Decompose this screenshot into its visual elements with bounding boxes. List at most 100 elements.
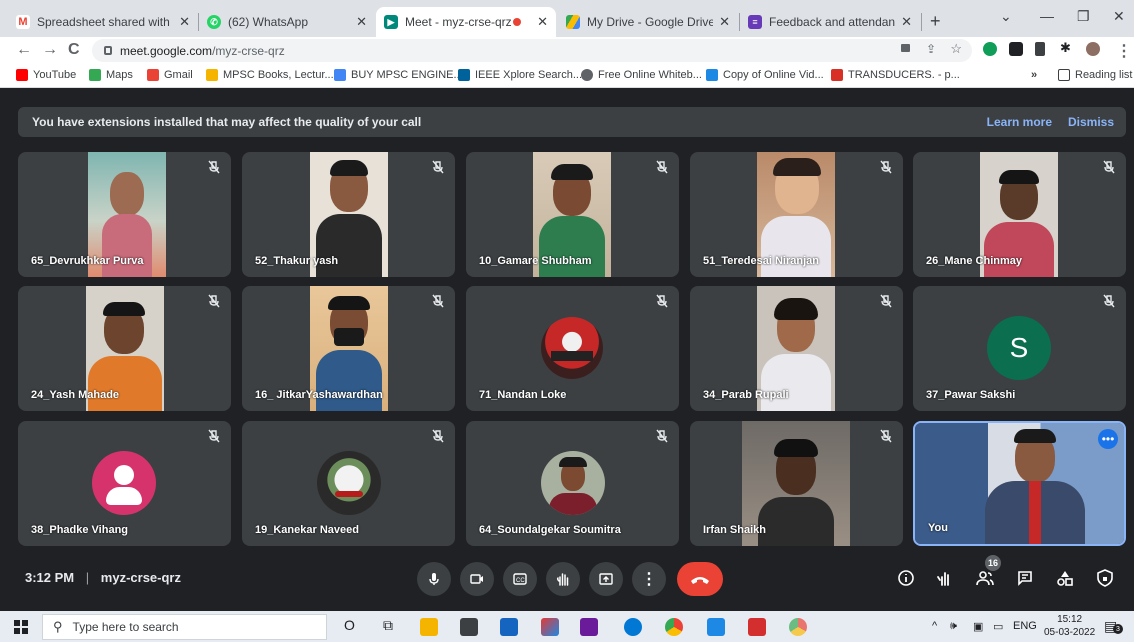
chat-button[interactable] — [1014, 567, 1036, 589]
close-icon[interactable]: ✕ — [356, 14, 367, 30]
extension-icon[interactable] — [983, 42, 997, 56]
participant-tile[interactable]: 51_Teredesai Niranjan — [690, 152, 903, 277]
participant-tile[interactable]: S 37_Pawar Sakshi — [913, 286, 1126, 411]
self-view-tile[interactable]: ••• You — [913, 421, 1126, 546]
participant-tile[interactable]: 64_Soundalgekar Soumitra — [466, 421, 679, 546]
file-explorer-icon[interactable] — [420, 618, 438, 636]
taskbar-search-box[interactable]: ⚲ Type here to search — [42, 614, 327, 640]
mic-off-icon — [656, 294, 668, 308]
microphone-button[interactable] — [417, 562, 451, 596]
menu-icon[interactable]: ⋮ — [1116, 41, 1132, 61]
participant-tile[interactable]: 38_Phadke Vihang — [18, 421, 231, 546]
participant-tile[interactable]: 10_Gamare Shubham — [466, 152, 679, 277]
more-options-icon[interactable]: ••• — [1098, 429, 1118, 449]
participant-tile[interactable]: 71_Nandan Loke — [466, 286, 679, 411]
network-icon[interactable]: ▭ — [993, 620, 1003, 633]
more-options-button[interactable]: ⋮ — [632, 562, 666, 596]
participant-name: 71_Nandan Loke — [479, 389, 567, 401]
participant-tile[interactable]: 24_Yash Mahade — [18, 286, 231, 411]
participant-tile[interactable]: 65_Devrukhkar Purva — [18, 152, 231, 277]
extension-icon[interactable] — [1009, 42, 1023, 56]
close-icon[interactable]: ✕ — [179, 14, 190, 30]
tab-spreadsheet[interactable]: M Spreadsheet shared with you ✕ — [8, 7, 198, 37]
chrome-icon[interactable] — [789, 618, 807, 636]
app-icon[interactable] — [580, 618, 598, 636]
share-icon[interactable]: ⇪ — [926, 42, 936, 56]
captions-button[interactable]: CC — [503, 562, 537, 596]
close-icon[interactable]: ✕ — [901, 14, 912, 30]
tab-whatsapp[interactable]: ✆ (62) WhatsApp ✕ — [199, 7, 375, 37]
bookmark-gmail[interactable]: Gmail — [147, 69, 193, 81]
participant-tile[interactable]: 52_Thakur yash — [242, 152, 455, 277]
participant-tile[interactable]: 19_Kanekar Naveed — [242, 421, 455, 546]
store-icon[interactable] — [460, 618, 478, 636]
windows-start-icon[interactable] — [14, 620, 28, 634]
host-controls-button[interactable] — [1094, 567, 1116, 589]
participant-tile[interactable]: 26_Mane Chinmay — [913, 152, 1126, 277]
mail-icon[interactable] — [500, 618, 518, 636]
raise-hand-button[interactable] — [546, 562, 580, 596]
bookmark-mpsc-books[interactable]: MPSC Books, Lectur... — [206, 69, 334, 81]
participant-tile[interactable]: Irfan Shaikh — [690, 421, 903, 546]
meet-icon: ▶ — [384, 15, 398, 29]
close-icon[interactable]: ✕ — [537, 14, 548, 30]
lock-icon — [104, 46, 112, 55]
svg-text:CC: CC — [516, 578, 525, 584]
extension-icon[interactable] — [1035, 42, 1045, 56]
bookmark-star-icon[interactable]: ☆ — [950, 41, 962, 57]
leave-call-button[interactable] — [677, 562, 723, 596]
volume-icon[interactable]: 🕪 — [950, 620, 957, 633]
bookmark-ieee[interactable]: IEEE Xplore Search... — [458, 69, 582, 81]
show-hidden-icons-icon[interactable]: ^ — [932, 620, 937, 632]
window-close-icon[interactable]: ✕ — [1113, 8, 1125, 25]
task-view-icon[interactable]: ⧉ — [383, 617, 393, 634]
bookmark-maps[interactable]: Maps — [89, 69, 133, 81]
camera-button[interactable] — [460, 562, 494, 596]
tab-meet[interactable]: ▶ Meet - myz-crse-qrz ✕ — [376, 7, 556, 37]
edge-icon[interactable] — [624, 618, 642, 636]
url-bar[interactable]: meet.google.com/myz-crse-qrz ⇪ ☆ — [92, 39, 972, 62]
bookmark-online-video[interactable]: Copy of Online Vid... — [706, 69, 824, 81]
more-bookmarks-button[interactable]: » — [1031, 69, 1037, 81]
clock[interactable]: 15:12 05-03-2022 — [1044, 613, 1095, 639]
camera-permission-icon[interactable] — [901, 44, 910, 52]
bookmark-whiteboard[interactable]: Free Online Whiteb... — [581, 69, 702, 81]
dismiss-button[interactable]: Dismiss — [1068, 115, 1114, 129]
reading-list-button[interactable]: Reading list — [1058, 69, 1132, 81]
bookmark-buy-mpsc[interactable]: BUY MPSC ENGINE... — [334, 69, 463, 81]
youtube-icon — [16, 69, 28, 81]
profile-avatar[interactable] — [1086, 42, 1100, 56]
participant-tile[interactable]: 34_Parab Rupali — [690, 286, 903, 411]
bookmark-transducers[interactable]: TRANSDUCERS. - p... — [831, 69, 960, 81]
meet-tray-icon[interactable]: ▣ — [973, 620, 983, 633]
participant-name: 19_Kanekar Naveed — [255, 524, 359, 536]
cortana-icon[interactable]: O — [344, 617, 355, 633]
learn-more-link[interactable]: Learn more — [987, 115, 1052, 129]
tab-drive[interactable]: My Drive - Google Drive ✕ — [558, 7, 738, 37]
activities-button[interactable] — [1054, 567, 1076, 589]
app-icon[interactable] — [748, 618, 766, 636]
language-indicator[interactable]: ENG — [1013, 620, 1037, 632]
app-icon[interactable] — [541, 618, 559, 636]
minimize-icon[interactable]: — — [1040, 8, 1054, 24]
new-tab-button[interactable]: + — [930, 11, 941, 32]
tab-feedback-form[interactable]: ≡ Feedback and attendance of ✕ — [740, 7, 920, 37]
back-icon[interactable]: ← — [16, 41, 32, 59]
close-icon[interactable]: ✕ — [719, 14, 730, 30]
raised-hands-button[interactable] — [934, 567, 956, 589]
meeting-details-button[interactable] — [895, 567, 917, 589]
participant-tile[interactable]: 16_ JitkarYashawardhan — [242, 286, 455, 411]
tab-search-icon[interactable]: ⌄ — [1000, 8, 1012, 25]
maximize-icon[interactable]: ❐ — [1077, 8, 1090, 25]
notification-button[interactable]: ▤ 3 — [1104, 618, 1123, 634]
present-button[interactable] — [589, 562, 623, 596]
puzzle-icon[interactable]: ✱ — [1060, 40, 1074, 55]
clock-date: 05-03-2022 — [1044, 627, 1096, 638]
forward-icon[interactable]: → — [42, 41, 58, 59]
bookmark-youtube[interactable]: YouTube — [16, 69, 76, 81]
raised-hand-icon — [937, 572, 949, 586]
reload-icon[interactable]: C — [68, 41, 80, 59]
app-icon[interactable] — [707, 618, 725, 636]
chrome-icon[interactable] — [665, 618, 683, 636]
people-button[interactable] — [974, 567, 996, 589]
